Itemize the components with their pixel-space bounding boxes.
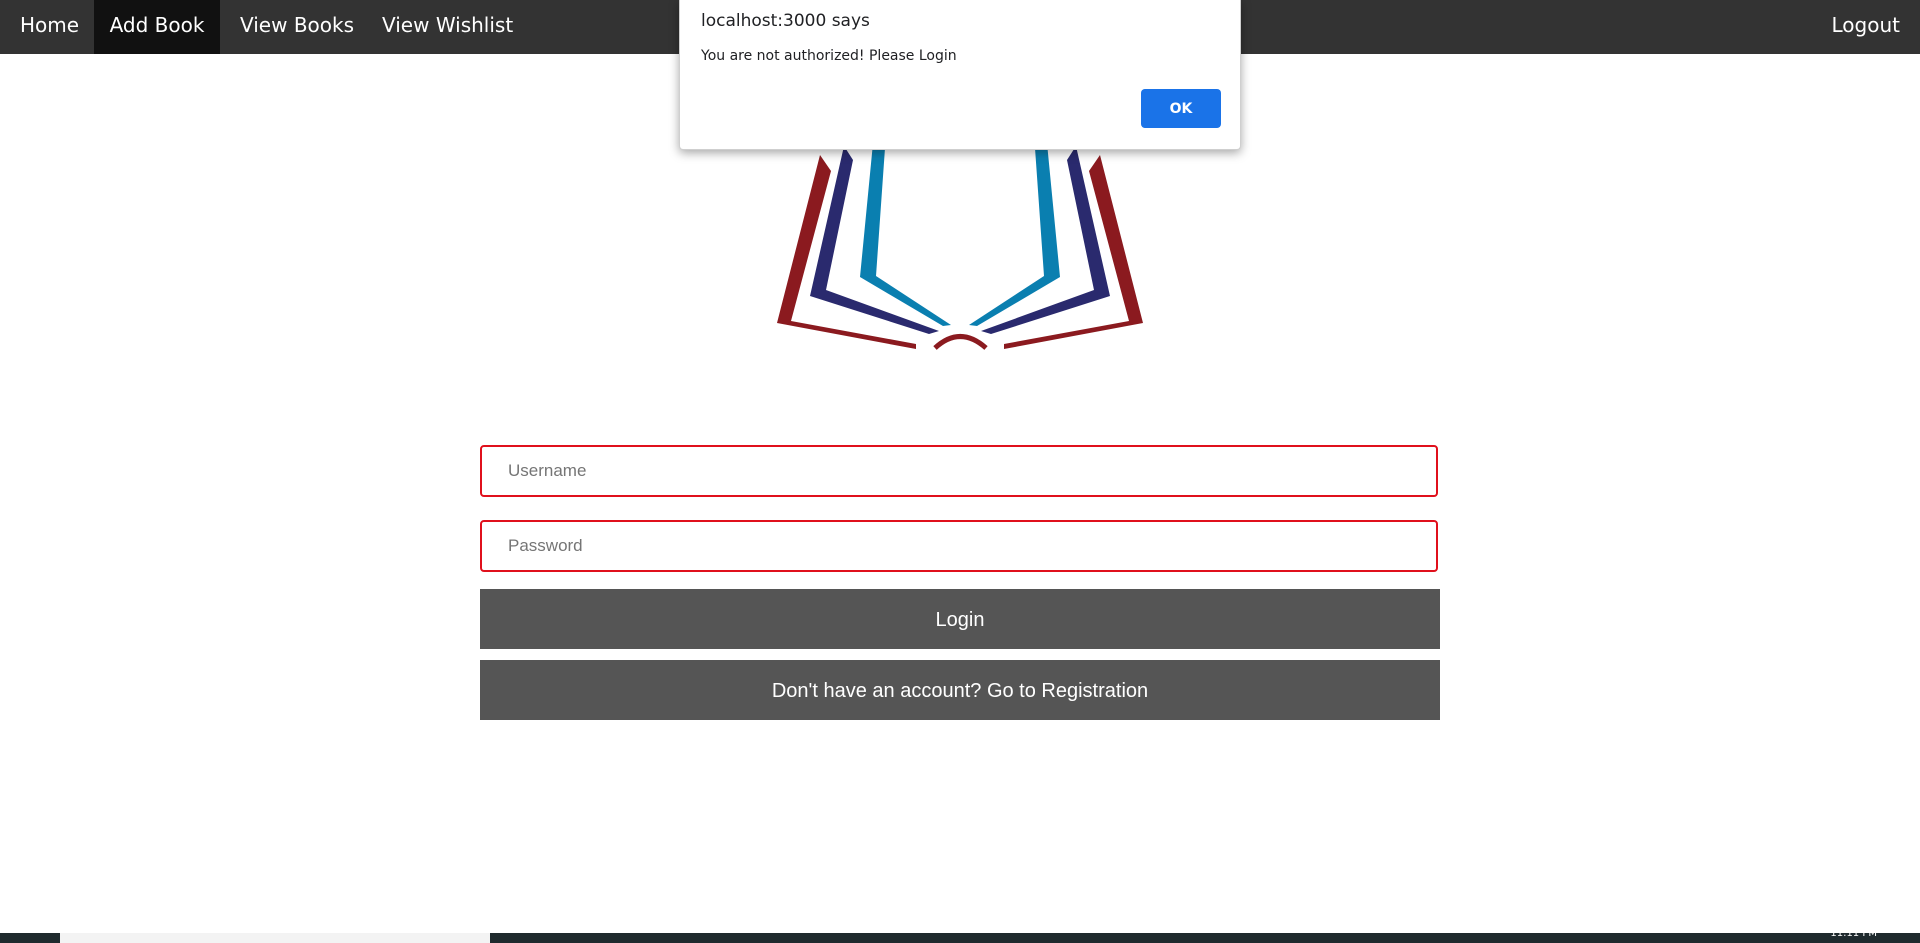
open-book-logo-icon [777, 143, 1143, 350]
alert-dialog: localhost:3000 says You are not authoriz… [679, 0, 1241, 150]
dialog-message: You are not authorized! Please Login [701, 48, 957, 64]
taskbar-search-box[interactable] [60, 933, 490, 943]
os-taskbar: 11:11 PM [0, 928, 1920, 943]
username-input[interactable] [480, 445, 1438, 497]
nav-view-books-link[interactable]: View Books [220, 0, 374, 54]
go-to-registration-button[interactable]: Don't have an account? Go to Registratio… [480, 660, 1440, 720]
nav-add-book-link[interactable]: Add Book [94, 0, 220, 54]
nav-logout-link[interactable]: Logout [1812, 0, 1920, 54]
taskbar-clock: 11:11 PM [1830, 928, 1877, 939]
logo-right-inner-page [969, 143, 1060, 326]
nav-view-wishlist-link[interactable]: View Wishlist [362, 0, 533, 54]
logo-left-inner-page [860, 143, 951, 326]
login-button[interactable]: Login [480, 589, 1440, 649]
nav-home-link[interactable]: Home [0, 0, 99, 54]
dialog-title: localhost:3000 says [701, 11, 870, 31]
logo-spine-arc [933, 334, 988, 350]
password-input[interactable] [480, 520, 1438, 572]
dialog-ok-button[interactable]: OK [1141, 89, 1221, 128]
